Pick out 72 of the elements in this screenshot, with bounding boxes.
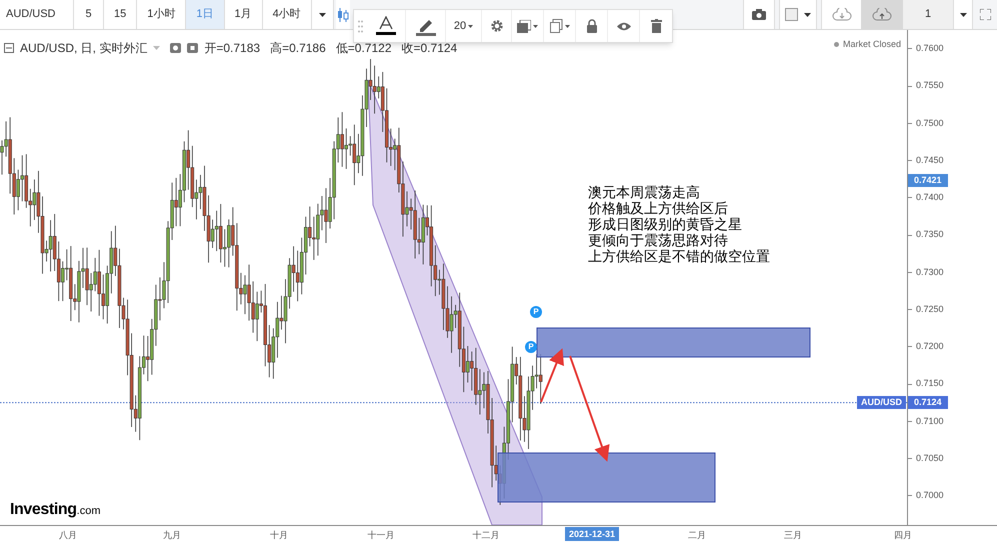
crosshair-date-label: 2021-12-31	[565, 527, 620, 541]
settings-icon[interactable]	[187, 43, 198, 53]
interval-tab[interactable]: 15	[104, 0, 138, 29]
caret-icon	[804, 12, 811, 16]
symbol-price-label: AUD/USD	[856, 396, 906, 409]
symbol-field[interactable]: AUD/USD	[0, 0, 74, 29]
time-tick: 十月	[270, 529, 288, 542]
time-tick: 八月	[59, 529, 77, 542]
interval-tab[interactable]: 5	[74, 0, 104, 29]
caret-icon	[564, 24, 570, 28]
crosshair-price-label: 0.7421	[908, 174, 948, 188]
interval-tab[interactable]: 1月	[224, 0, 263, 29]
lock-icon	[586, 19, 596, 33]
font-size-dropdown[interactable]: 20	[446, 10, 482, 42]
cloud-download-icon	[832, 8, 852, 21]
time-tick: 九月	[163, 529, 181, 542]
time-tick: 四月	[894, 529, 912, 542]
caret-icon	[960, 12, 966, 16]
price-tick: 0.7250	[916, 302, 944, 316]
price-tick: 0.7050	[916, 452, 944, 465]
price-tick: 0.7400	[916, 191, 944, 204]
price-tick: 0.7550	[916, 79, 944, 92]
settings-icon	[490, 19, 504, 33]
camera-button[interactable]	[743, 0, 775, 29]
price-tick: 0.7350	[916, 228, 944, 242]
interval-tab[interactable]: 1小时	[137, 0, 186, 29]
time-tick: 十一月	[368, 529, 394, 542]
price-tick: 0.7450	[916, 154, 944, 167]
price-tick: 0.7100	[916, 414, 944, 428]
cloud-upload-icon	[872, 8, 892, 21]
price-tick: 0.7150	[916, 377, 944, 390]
download-button[interactable]	[821, 0, 861, 29]
caret-icon	[468, 24, 474, 28]
dropdown-button[interactable]	[312, 0, 334, 29]
close-value: 收=0.7124	[402, 40, 458, 57]
low-value: 低=0.7122	[336, 40, 392, 57]
chart-type-button[interactable]	[336, 0, 350, 29]
last-price-label: 0.7124	[908, 396, 948, 409]
color-swatch	[785, 8, 798, 21]
fullscreen-icon	[980, 9, 990, 20]
annotation-text: 澳元本周震荡走高 价格触及上方供给区后 形成日图级别的黄昏之星 更倾向于震荡思路对待 上方供给区是不错的做空位置	[588, 184, 770, 264]
candlestick-icon	[336, 6, 349, 22]
copy-icon	[550, 19, 562, 33]
open-value: 开=0.7183	[204, 40, 260, 57]
price-tick: 0.7200	[916, 340, 944, 353]
price-tick: 0.7500	[916, 116, 944, 130]
text-color-icon	[376, 16, 396, 36]
price-tick: 0.7600	[916, 42, 944, 55]
color-button[interactable]	[779, 0, 817, 29]
dropdown-button[interactable]	[953, 0, 973, 29]
layers-icon	[517, 20, 531, 32]
arrow	[540, 348, 564, 402]
font-size-value: 20	[454, 18, 466, 34]
time-tick: 二月	[688, 529, 706, 542]
high-value: 高=0.7186	[270, 40, 326, 57]
visibility-icon[interactable]	[170, 43, 182, 53]
investing-logo: Investing.com	[10, 500, 100, 520]
interval-tab[interactable]: 4小时	[262, 0, 312, 29]
camera-icon	[752, 9, 766, 20]
trash-icon	[650, 19, 662, 33]
caret-icon	[533, 24, 538, 28]
symbol-title: AUD/USD, 日, 实时外汇	[20, 40, 148, 57]
layout-count[interactable]: 1	[903, 0, 953, 29]
caret-icon	[318, 12, 326, 16]
drag-handle-icon[interactable]	[358, 20, 362, 32]
market-status: Market Closed	[842, 38, 901, 51]
price-tick: 0.7000	[916, 489, 944, 502]
collapse-icon[interactable]	[4, 43, 14, 53]
price-tick: 0.7300	[916, 266, 944, 278]
time-tick: 十二月	[472, 529, 500, 542]
eye-icon	[616, 22, 630, 30]
time-tick: 三月	[784, 529, 802, 542]
